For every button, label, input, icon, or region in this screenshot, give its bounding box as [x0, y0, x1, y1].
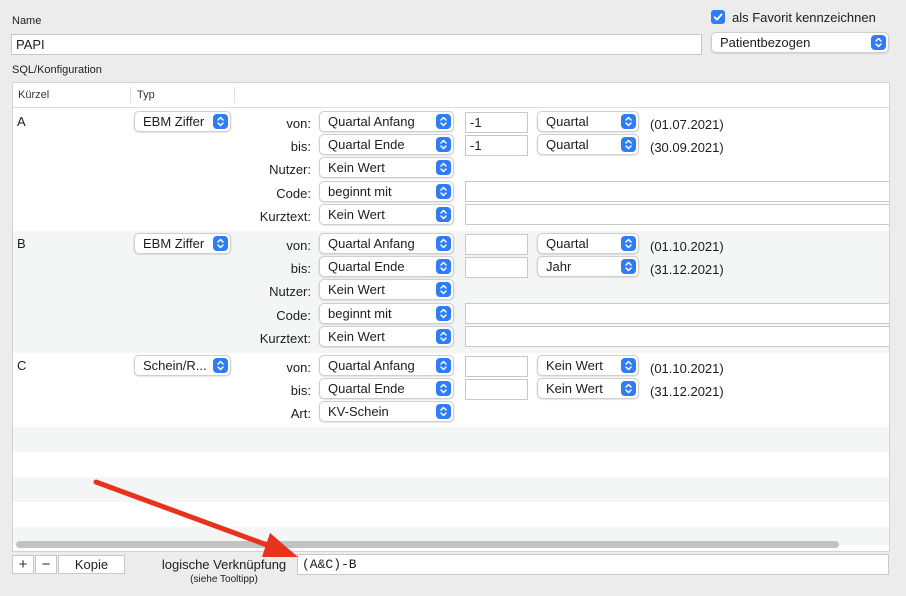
annotation-arrow-icon [93, 479, 298, 557]
